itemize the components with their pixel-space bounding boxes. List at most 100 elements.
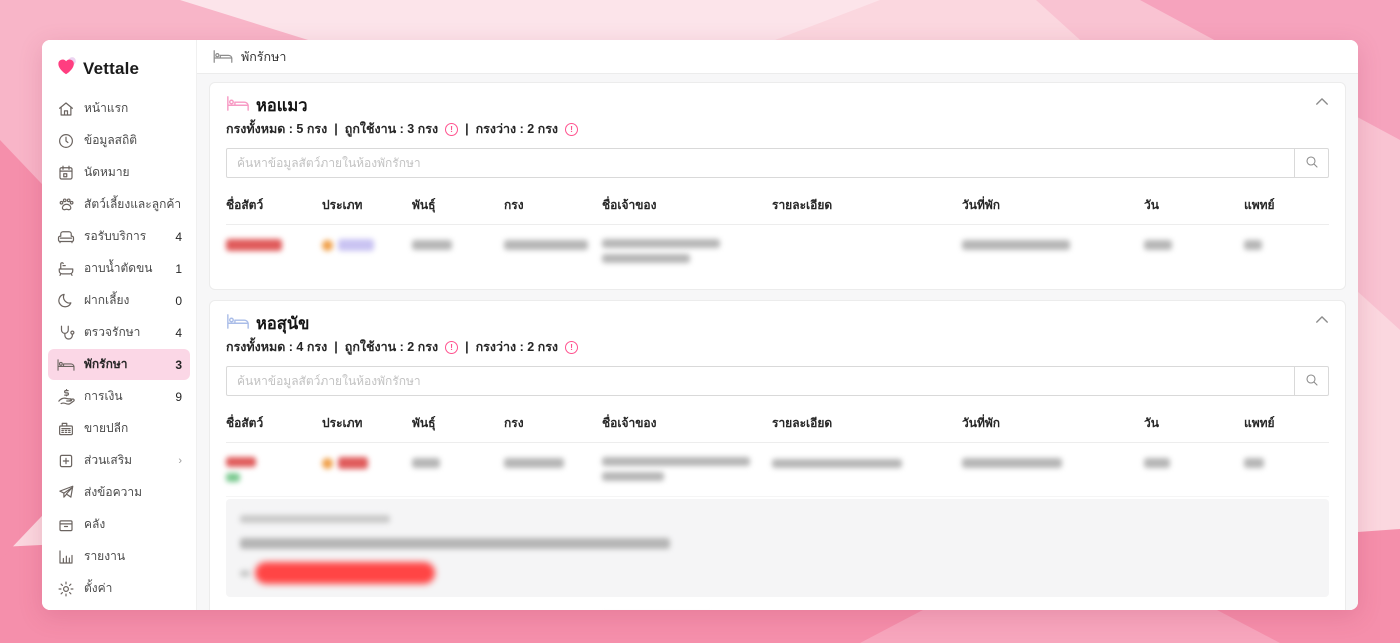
sidebar-item-bar-chart[interactable]: รายงาน [48, 541, 190, 572]
redacted-text [322, 457, 333, 469]
vet-cell: จุ๊บ [1244, 601, 1329, 610]
bed-icon [213, 50, 233, 63]
sidebar-item-paw[interactable]: สัตว์เลี้ยงและลูกค้า [48, 189, 190, 220]
sidebar-item-label: คลัง [84, 517, 106, 531]
sidebar-item-gauge[interactable]: ข้อมูลสถิติ [48, 125, 190, 156]
sidebar-item-label: รายงาน [84, 549, 126, 563]
column-header: รายละเอียด [772, 198, 833, 212]
table-row[interactable]: โฮ่งสุนัขโกลเดน รีทรีฟเวอร์หอต้าวโกลเด้น… [226, 601, 1329, 610]
column-header: ชื่อเจ้าของ [602, 198, 657, 212]
redacted-text [504, 240, 588, 250]
table-row-redacted [226, 443, 1329, 497]
sidebar-item-plus-square[interactable]: ส่วนเสริม › [48, 445, 190, 476]
sidebar-nav: หน้าแรกข้อมูลสถิตินัดหมาย สัตว์เลี้ยงและล… [42, 93, 196, 604]
cash-register-icon [56, 419, 75, 438]
stethoscope-icon [56, 323, 75, 342]
sidebar-item-label: ข้อมูลสถิติ [84, 133, 138, 147]
search-input[interactable] [226, 148, 1295, 178]
stats-separator: | [334, 122, 338, 136]
redacted-note-label [240, 510, 1315, 528]
redacted-note-action [240, 562, 1315, 584]
sidebar-item-label: ส่งข้อความ [84, 485, 143, 499]
sidebar-item-label: ตรวจรักษา [84, 325, 141, 339]
pet-type-cell [322, 225, 412, 265]
redacted-text [962, 240, 1070, 250]
ward-header: หอแมว [226, 93, 1329, 119]
sidebar-item-bathtub[interactable]: อาบน้ำตัดขน 1 [48, 253, 190, 284]
sidebar-item-paper-plane[interactable]: ส่งข้อความ [48, 477, 190, 508]
details-cell [772, 443, 962, 485]
column-header: ชื่อสัตว์ [226, 198, 264, 212]
sidebar-item-label: ขายปลีก [84, 421, 129, 435]
search-button[interactable] [1295, 148, 1329, 178]
sidebar-item-label: อาบน้ำตัดขน [84, 261, 153, 275]
search-button[interactable] [1295, 366, 1329, 396]
checkin-cell [962, 443, 1144, 485]
bed-icon [226, 96, 250, 116]
stats-separator: | [334, 340, 338, 354]
sidebar-item-money-hand[interactable]: การเงิน 9 [48, 381, 190, 412]
sidebar-item-calendar[interactable]: นัดหมาย [48, 157, 190, 188]
pet-name-cell: โฮ่ง [226, 601, 322, 610]
redacted-text [322, 239, 333, 251]
redacted-text [240, 538, 670, 549]
sidebar-item-label: ส่วนเสริม [84, 453, 133, 467]
breed-cell [412, 443, 504, 485]
info-icon[interactable]: ! [565, 340, 579, 354]
cages-total: กรงทั้งหมด : 4 กรง [226, 340, 328, 354]
ward-list: หอแมว กรงทั้งหมด : 5 กรง | ถูกใช้งาน : 3 กร… [197, 74, 1358, 610]
search-icon [1304, 154, 1320, 173]
sidebar-item-home[interactable]: หน้าแรก [48, 93, 190, 124]
info-icon[interactable]: ! [445, 122, 459, 136]
sofa-icon [56, 227, 75, 246]
redacted-text [226, 473, 240, 482]
collapse-chevron-up-icon[interactable] [1315, 97, 1329, 106]
search-input[interactable] [226, 366, 1295, 396]
bathtub-icon [56, 259, 75, 278]
sidebar-item-bed[interactable]: พักรักษา 3 [48, 349, 190, 380]
ward-header: หอสุนัข [226, 311, 1329, 337]
sidebar-item-sofa[interactable]: รอรับบริการ 4 [48, 221, 190, 252]
sidebar-item-gear[interactable]: ตั้งค่า [48, 573, 190, 604]
redacted-text [602, 457, 750, 466]
ward-card: หอแมว กรงทั้งหมด : 5 กรง | ถูกใช้งาน : 3 กร… [209, 82, 1346, 290]
calendar-icon [56, 163, 75, 182]
table-header-row: ชื่อสัตว์ ประเภท พันธุ์ กรง ชื่อเจ้าของ รายละ… [226, 406, 1329, 443]
sidebar-item-cash-register[interactable]: ขายปลีก [48, 413, 190, 444]
redacted-text [1144, 240, 1172, 250]
redacted-text [602, 254, 690, 263]
info-icon[interactable]: ! [565, 122, 579, 136]
brand-logo[interactable]: Vettale [42, 52, 196, 93]
column-header: วัน [1144, 416, 1159, 430]
redacted-text [1244, 240, 1262, 250]
sidebar-item-label: รอรับบริการ [84, 229, 147, 243]
days-cell [1144, 225, 1244, 267]
sidebar-item-inventory-box[interactable]: คลัง [48, 509, 190, 540]
column-header: วันที่พัก [962, 416, 1001, 430]
details-cell [772, 601, 962, 610]
redacted-text [338, 239, 374, 251]
redacted-text [1144, 458, 1170, 468]
collapse-chevron-up-icon[interactable] [1315, 315, 1329, 324]
sidebar-item-moon[interactable]: ฝากเลี้ยง 0 [48, 285, 190, 316]
redacted-text [226, 457, 256, 467]
bed-icon [56, 355, 75, 374]
chevron-right-icon: › [178, 454, 182, 467]
sidebar: Vettale หน้าแรกข้อมูลสถิตินัดหมาย สัตว์เล… [42, 40, 197, 610]
pet-name-cell [226, 443, 322, 496]
search-icon [1304, 372, 1320, 391]
redacted-text [602, 472, 664, 481]
main-area: พักรักษา หอแมว กรงทั้งหมด : 5 กรง | ถูกใช้ง… [197, 40, 1358, 610]
info-icon[interactable]: ! [445, 340, 459, 354]
owner-cell [602, 443, 772, 495]
column-header: ชื่อเจ้าของ [602, 416, 657, 430]
column-header: รายละเอียด [772, 416, 833, 430]
owner-cell [602, 601, 772, 610]
redacted-text [240, 569, 250, 577]
redacted-note-text [240, 536, 1315, 554]
paw-icon [56, 195, 75, 214]
column-header: พันธุ์ [412, 416, 436, 430]
details-cell [772, 225, 962, 253]
sidebar-item-stethoscope[interactable]: ตรวจรักษา 4 [48, 317, 190, 348]
column-header: ประเภท [322, 198, 363, 212]
